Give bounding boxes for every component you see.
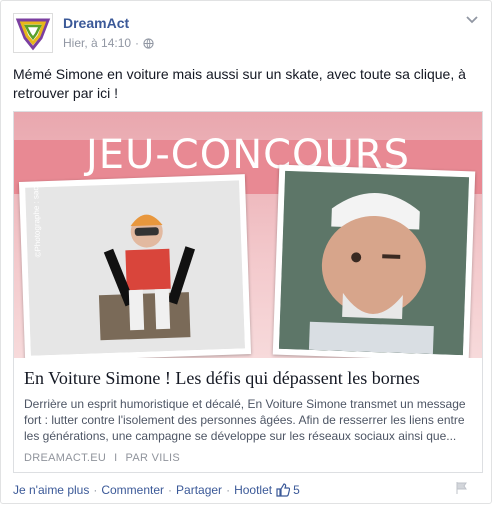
post-card: DreamAct Hier, à 14:10 · Mémé Simone en … [0,0,492,504]
link-source-separator: I [114,452,118,464]
page-avatar[interactable] [13,13,53,53]
action-separator: · [226,483,231,497]
unlike-link[interactable]: Je n'aime plus [13,483,89,497]
hootlet-link[interactable]: Hootlet [234,483,272,497]
sailor-illustration [278,170,470,356]
post-actions: Je n'aime plus · Commenter · Partager · … [13,483,300,497]
share-link[interactable]: Partager [176,483,222,497]
meta-separator: · [135,36,140,50]
link-author: PAR VILIS [125,452,180,464]
action-separator: · [168,483,173,497]
flag-icon[interactable] [455,481,469,495]
post-text: Mémé Simone en voiture mais aussi sur un… [13,66,466,101]
chevron-down-icon[interactable] [465,13,479,27]
post-timestamp[interactable]: Hier, à 14:10 [63,36,131,50]
link-source: DREAMACT.EU I PAR VILIS [24,452,180,464]
like-count-value: 5 [293,483,300,497]
link-title[interactable]: En Voiture Simone ! Les défis qui dépass… [24,368,474,389]
link-preview-image[interactable]: JEU-CONCOURS ©Photographe: sacha goldbe… [14,112,482,358]
link-preview[interactable]: JEU-CONCOURS ©Photographe: sacha goldbe… [13,111,483,473]
globe-icon[interactable] [143,37,154,49]
photo-grandma-skiing: ©Photographe : sacha goldberger [18,174,252,358]
link-domain: DREAMACT.EU [24,452,107,464]
comment-link[interactable]: Commenter [101,483,164,497]
post-meta: Hier, à 14:10 · [63,36,154,50]
like-count[interactable]: 5 [276,483,300,497]
page-name-link[interactable]: DreamAct [63,15,129,31]
link-description: Derrière un esprit humoristique et décal… [24,397,466,443]
dreamact-logo [15,18,51,51]
action-separator: · [93,483,98,497]
photo-grandpa-sailor [272,164,476,358]
thumbs-up-icon [276,483,291,497]
skier-illustration [25,180,245,356]
